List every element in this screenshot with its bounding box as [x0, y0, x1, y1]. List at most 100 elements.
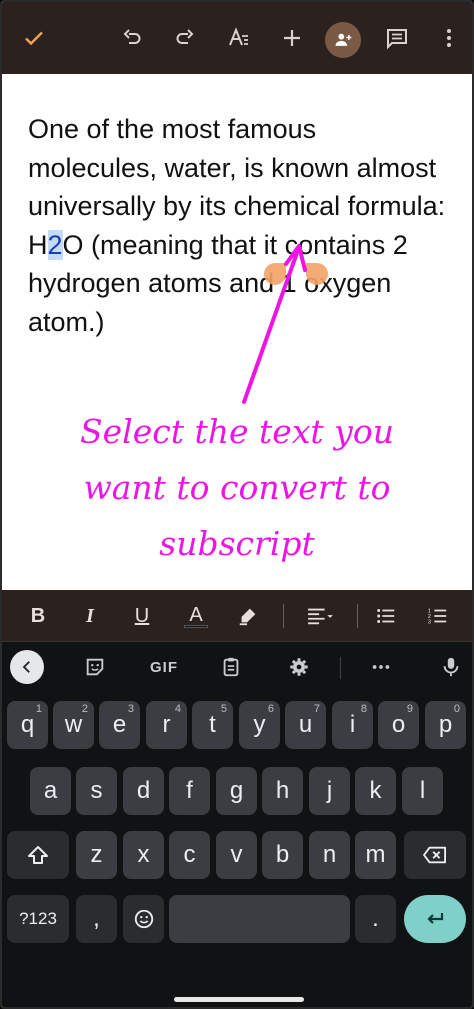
key-hint: 5 — [220, 703, 227, 715]
emoji-icon — [134, 909, 153, 929]
key-c[interactable]: c — [169, 831, 210, 879]
key-hint: 8 — [360, 703, 367, 715]
text-color-label: A — [189, 604, 203, 626]
key-l[interactable]: l — [402, 767, 443, 815]
key-h[interactable]: h — [262, 767, 303, 815]
key-label: r — [162, 711, 171, 738]
key-label: u — [298, 711, 313, 738]
key-label: e — [112, 711, 127, 738]
key-w[interactable]: w2 — [53, 701, 94, 749]
key-t[interactable]: t5 — [192, 701, 233, 749]
key-z[interactable]: z — [76, 831, 117, 879]
key-m[interactable]: m — [355, 831, 396, 879]
underline-button[interactable]: U — [125, 600, 159, 632]
key-y[interactable]: y6 — [239, 701, 280, 749]
add-icon[interactable] — [274, 20, 310, 56]
enter-key[interactable] — [404, 895, 466, 943]
key-hint: 4 — [174, 703, 181, 715]
key-d[interactable]: d — [123, 767, 164, 815]
key-e[interactable]: e3 — [99, 701, 140, 749]
keyboard-suggestion-strip: GIF — [2, 642, 472, 692]
key-o[interactable]: o9 — [378, 701, 419, 749]
shift-key[interactable] — [7, 831, 69, 879]
key-hint: 2 — [81, 703, 88, 715]
key-label: o — [391, 711, 406, 738]
check-icon[interactable] — [16, 20, 52, 56]
key-label: y — [253, 711, 266, 738]
text-format-icon[interactable] — [221, 20, 257, 56]
bold-button[interactable]: B — [21, 600, 55, 632]
backspace-icon — [423, 846, 447, 864]
collapse-toolbar-icon[interactable] — [10, 650, 44, 684]
highlighter-icon[interactable] — [231, 600, 265, 632]
key-k[interactable]: k — [355, 767, 396, 815]
key-j[interactable]: j — [309, 767, 350, 815]
format-toolbar: B I U A 123 — [2, 590, 472, 642]
annotation-line-3: subscript — [159, 524, 315, 563]
key-i[interactable]: i8 — [332, 701, 373, 749]
enter-icon — [427, 913, 444, 924]
key-label: p — [438, 711, 453, 738]
bulleted-list-icon[interactable] — [369, 600, 403, 632]
share-person-icon[interactable] — [325, 22, 361, 58]
align-left-icon[interactable] — [299, 600, 341, 632]
toolbar-divider — [357, 604, 358, 628]
symbols-key[interactable]: ?123 — [7, 895, 69, 943]
key-x[interactable]: x — [123, 831, 164, 879]
selection-handle-start[interactable] — [264, 263, 286, 285]
selected-text[interactable]: 2 — [47, 229, 63, 260]
shift-icon — [28, 846, 48, 864]
sticker-icon[interactable] — [80, 650, 110, 684]
comma-key[interactable]: , — [76, 895, 117, 943]
italic-button[interactable]: I — [73, 600, 107, 632]
key-n[interactable]: n — [309, 831, 350, 879]
phone-screen: One of the most famous molecules, water,… — [0, 0, 474, 1009]
undo-icon[interactable] — [114, 20, 150, 56]
key-r[interactable]: r4 — [146, 701, 187, 749]
key-hint: 6 — [267, 703, 274, 715]
key-label: t — [209, 711, 216, 738]
key-hint: 1 — [35, 703, 42, 715]
numbered-list-icon[interactable]: 123 — [421, 600, 455, 632]
svg-text:3: 3 — [428, 619, 431, 625]
period-key[interactable]: . — [355, 895, 396, 943]
annotation-text: Select the text you want to convert to s… — [42, 404, 432, 572]
document-paragraph[interactable]: One of the most famous molecules, water,… — [28, 110, 448, 341]
more-horiz-icon[interactable] — [366, 650, 396, 684]
backspace-key[interactable] — [404, 831, 466, 879]
redo-icon[interactable] — [167, 20, 203, 56]
soft-keyboard: GIF q1 w2 e3 r4 t5 y6 u7 i8 o9 p0 a s d … — [2, 642, 472, 1007]
key-label: q — [20, 711, 35, 738]
key-a[interactable]: a — [30, 767, 71, 815]
text-color-button[interactable]: A — [179, 600, 213, 632]
key-p[interactable]: p0 — [425, 701, 466, 749]
key-f[interactable]: f — [169, 767, 210, 815]
key-v[interactable]: v — [216, 831, 257, 879]
document-canvas[interactable]: One of the most famous molecules, water,… — [2, 74, 472, 590]
more-vert-icon[interactable] — [431, 20, 467, 56]
microphone-icon[interactable] — [436, 650, 466, 684]
key-g[interactable]: g — [216, 767, 257, 815]
gesture-nav-bar[interactable] — [174, 997, 304, 1002]
comment-icon[interactable] — [379, 20, 415, 56]
key-s[interactable]: s — [76, 767, 117, 815]
annotation-line-2: want to convert to — [83, 468, 391, 507]
emoji-key[interactable] — [123, 895, 164, 943]
key-hint: 7 — [313, 703, 320, 715]
key-b[interactable]: b — [262, 831, 303, 879]
gif-button[interactable]: GIF — [142, 650, 186, 684]
space-key[interactable] — [169, 895, 350, 943]
text-color-swatch — [184, 625, 208, 628]
toolbar-divider — [283, 604, 284, 628]
selection-handle-end[interactable] — [306, 263, 328, 285]
clipboard-icon[interactable] — [216, 650, 246, 684]
settings-gear-icon[interactable] — [284, 650, 314, 684]
app-bar — [2, 2, 472, 74]
key-label: i — [349, 711, 356, 738]
key-label: w — [64, 711, 83, 738]
key-q[interactable]: q1 — [7, 701, 48, 749]
key-hint: 0 — [453, 703, 460, 715]
suggestion-divider — [340, 657, 341, 679]
annotation-line-1: Select the text you — [80, 412, 394, 451]
key-u[interactable]: u7 — [285, 701, 326, 749]
